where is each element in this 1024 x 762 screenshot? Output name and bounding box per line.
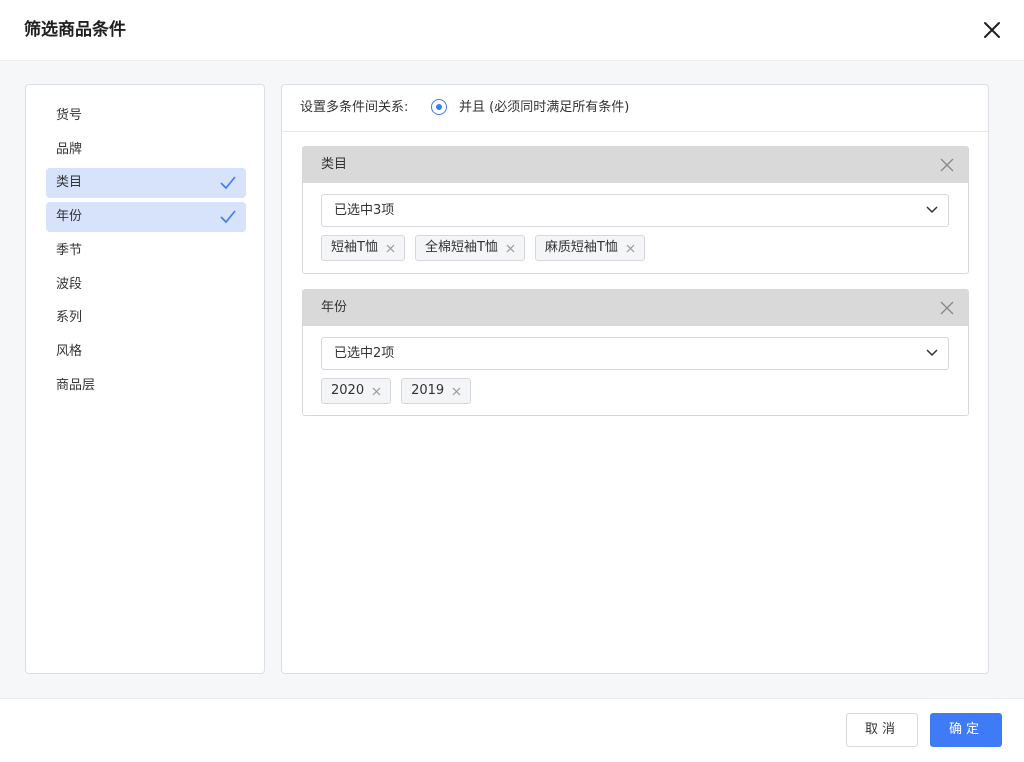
cancel-button[interactable]: 取消 [846, 713, 918, 747]
field-item-label: 风格 [56, 344, 83, 359]
condition-header: 类目 [303, 147, 968, 183]
tag-label: 2020 [331, 383, 365, 398]
year-select[interactable]: 已选中2项 [321, 337, 949, 370]
field-item-wave[interactable]: 波段 [46, 270, 246, 300]
check-icon [220, 176, 236, 190]
field-item-product-tier[interactable]: 商品层 [46, 371, 246, 401]
tag-remove-icon[interactable] [372, 387, 381, 396]
condition-title: 年份 [321, 300, 348, 315]
tag-remove-icon[interactable] [506, 244, 515, 253]
relation-and-radio[interactable] [431, 99, 447, 115]
relation-bar: 设置多条件间关系: 并且 (必须同时满足所有条件) [282, 85, 988, 132]
filter-dialog: 筛选商品条件 货号 品牌 类目 年份 季节 波段 系列 风格 商品层 设置多条件… [0, 0, 1024, 762]
conditions-panel: 设置多条件间关系: 并且 (必须同时满足所有条件) 类目 已选中3项 短袖T恤 … [281, 84, 989, 674]
field-item-label: 波段 [56, 277, 83, 292]
selected-tags: 2020 2019 [321, 378, 472, 404]
tag-label: 全棉短袖T恤 [424, 240, 498, 255]
tag-item: 2019 [401, 378, 472, 404]
condition-header: 年份 [303, 290, 968, 326]
radio-dot [435, 103, 442, 110]
field-item-label: 季节 [56, 243, 83, 258]
field-item-sku[interactable]: 货号 [46, 101, 246, 131]
field-item-season[interactable]: 季节 [46, 236, 246, 266]
close-dialog-button[interactable] [980, 18, 1004, 42]
selected-tags: 短袖T恤 全棉短袖T恤 麻质短袖T恤 [321, 235, 645, 261]
field-list-panel: 货号 品牌 类目 年份 季节 波段 系列 风格 商品层 [25, 84, 265, 674]
tag-label: 2019 [411, 383, 445, 398]
field-item-label: 品牌 [56, 142, 83, 157]
tag-remove-icon[interactable] [452, 387, 461, 396]
tag-remove-icon[interactable] [626, 244, 635, 253]
dialog-body: 货号 品牌 类目 年份 季节 波段 系列 风格 商品层 设置多条件间关系: 并且… [0, 61, 1024, 698]
confirm-button[interactable]: 确定 [930, 713, 1002, 747]
remove-condition-icon[interactable] [940, 158, 954, 172]
tag-label: 麻质短袖T恤 [544, 240, 618, 255]
check-icon [220, 210, 236, 224]
tag-remove-icon[interactable] [386, 244, 395, 253]
field-item-brand[interactable]: 品牌 [46, 135, 246, 165]
dialog-title: 筛选商品条件 [24, 20, 126, 40]
condition-card-category: 类目 已选中3项 短袖T恤 全棉短袖T恤 麻质短袖T恤 [302, 146, 969, 274]
select-value: 已选中2项 [334, 346, 395, 361]
tag-item: 2020 [321, 378, 392, 404]
field-item-series[interactable]: 系列 [46, 303, 246, 333]
tag-item: 全棉短袖T恤 [414, 235, 525, 261]
chevron-down-icon [926, 206, 938, 214]
remove-condition-icon[interactable] [940, 301, 954, 315]
field-item-label: 年份 [56, 209, 83, 224]
dialog-footer: 取消 确定 [0, 698, 1024, 762]
condition-card-year: 年份 已选中2项 2020 2019 [302, 289, 969, 416]
field-item-label: 商品层 [56, 378, 96, 393]
dialog-header: 筛选商品条件 [0, 0, 1024, 61]
field-item-style[interactable]: 风格 [46, 337, 246, 367]
category-select[interactable]: 已选中3项 [321, 194, 949, 227]
relation-label: 设置多条件间关系: [300, 100, 409, 115]
condition-title: 类目 [321, 157, 348, 172]
field-item-label: 系列 [56, 310, 83, 325]
field-item-label: 货号 [56, 108, 83, 123]
close-icon [984, 22, 1000, 38]
tag-item: 短袖T恤 [321, 235, 405, 261]
relation-and-label[interactable]: 并且 (必须同时满足所有条件) [459, 100, 629, 116]
field-item-category[interactable]: 类目 [46, 168, 246, 198]
select-value: 已选中3项 [334, 203, 395, 218]
chevron-down-icon [926, 349, 938, 357]
field-item-label: 类目 [56, 175, 83, 190]
tag-label: 短袖T恤 [331, 240, 378, 255]
field-item-year[interactable]: 年份 [46, 202, 246, 232]
tag-item: 麻质短袖T恤 [534, 235, 645, 261]
